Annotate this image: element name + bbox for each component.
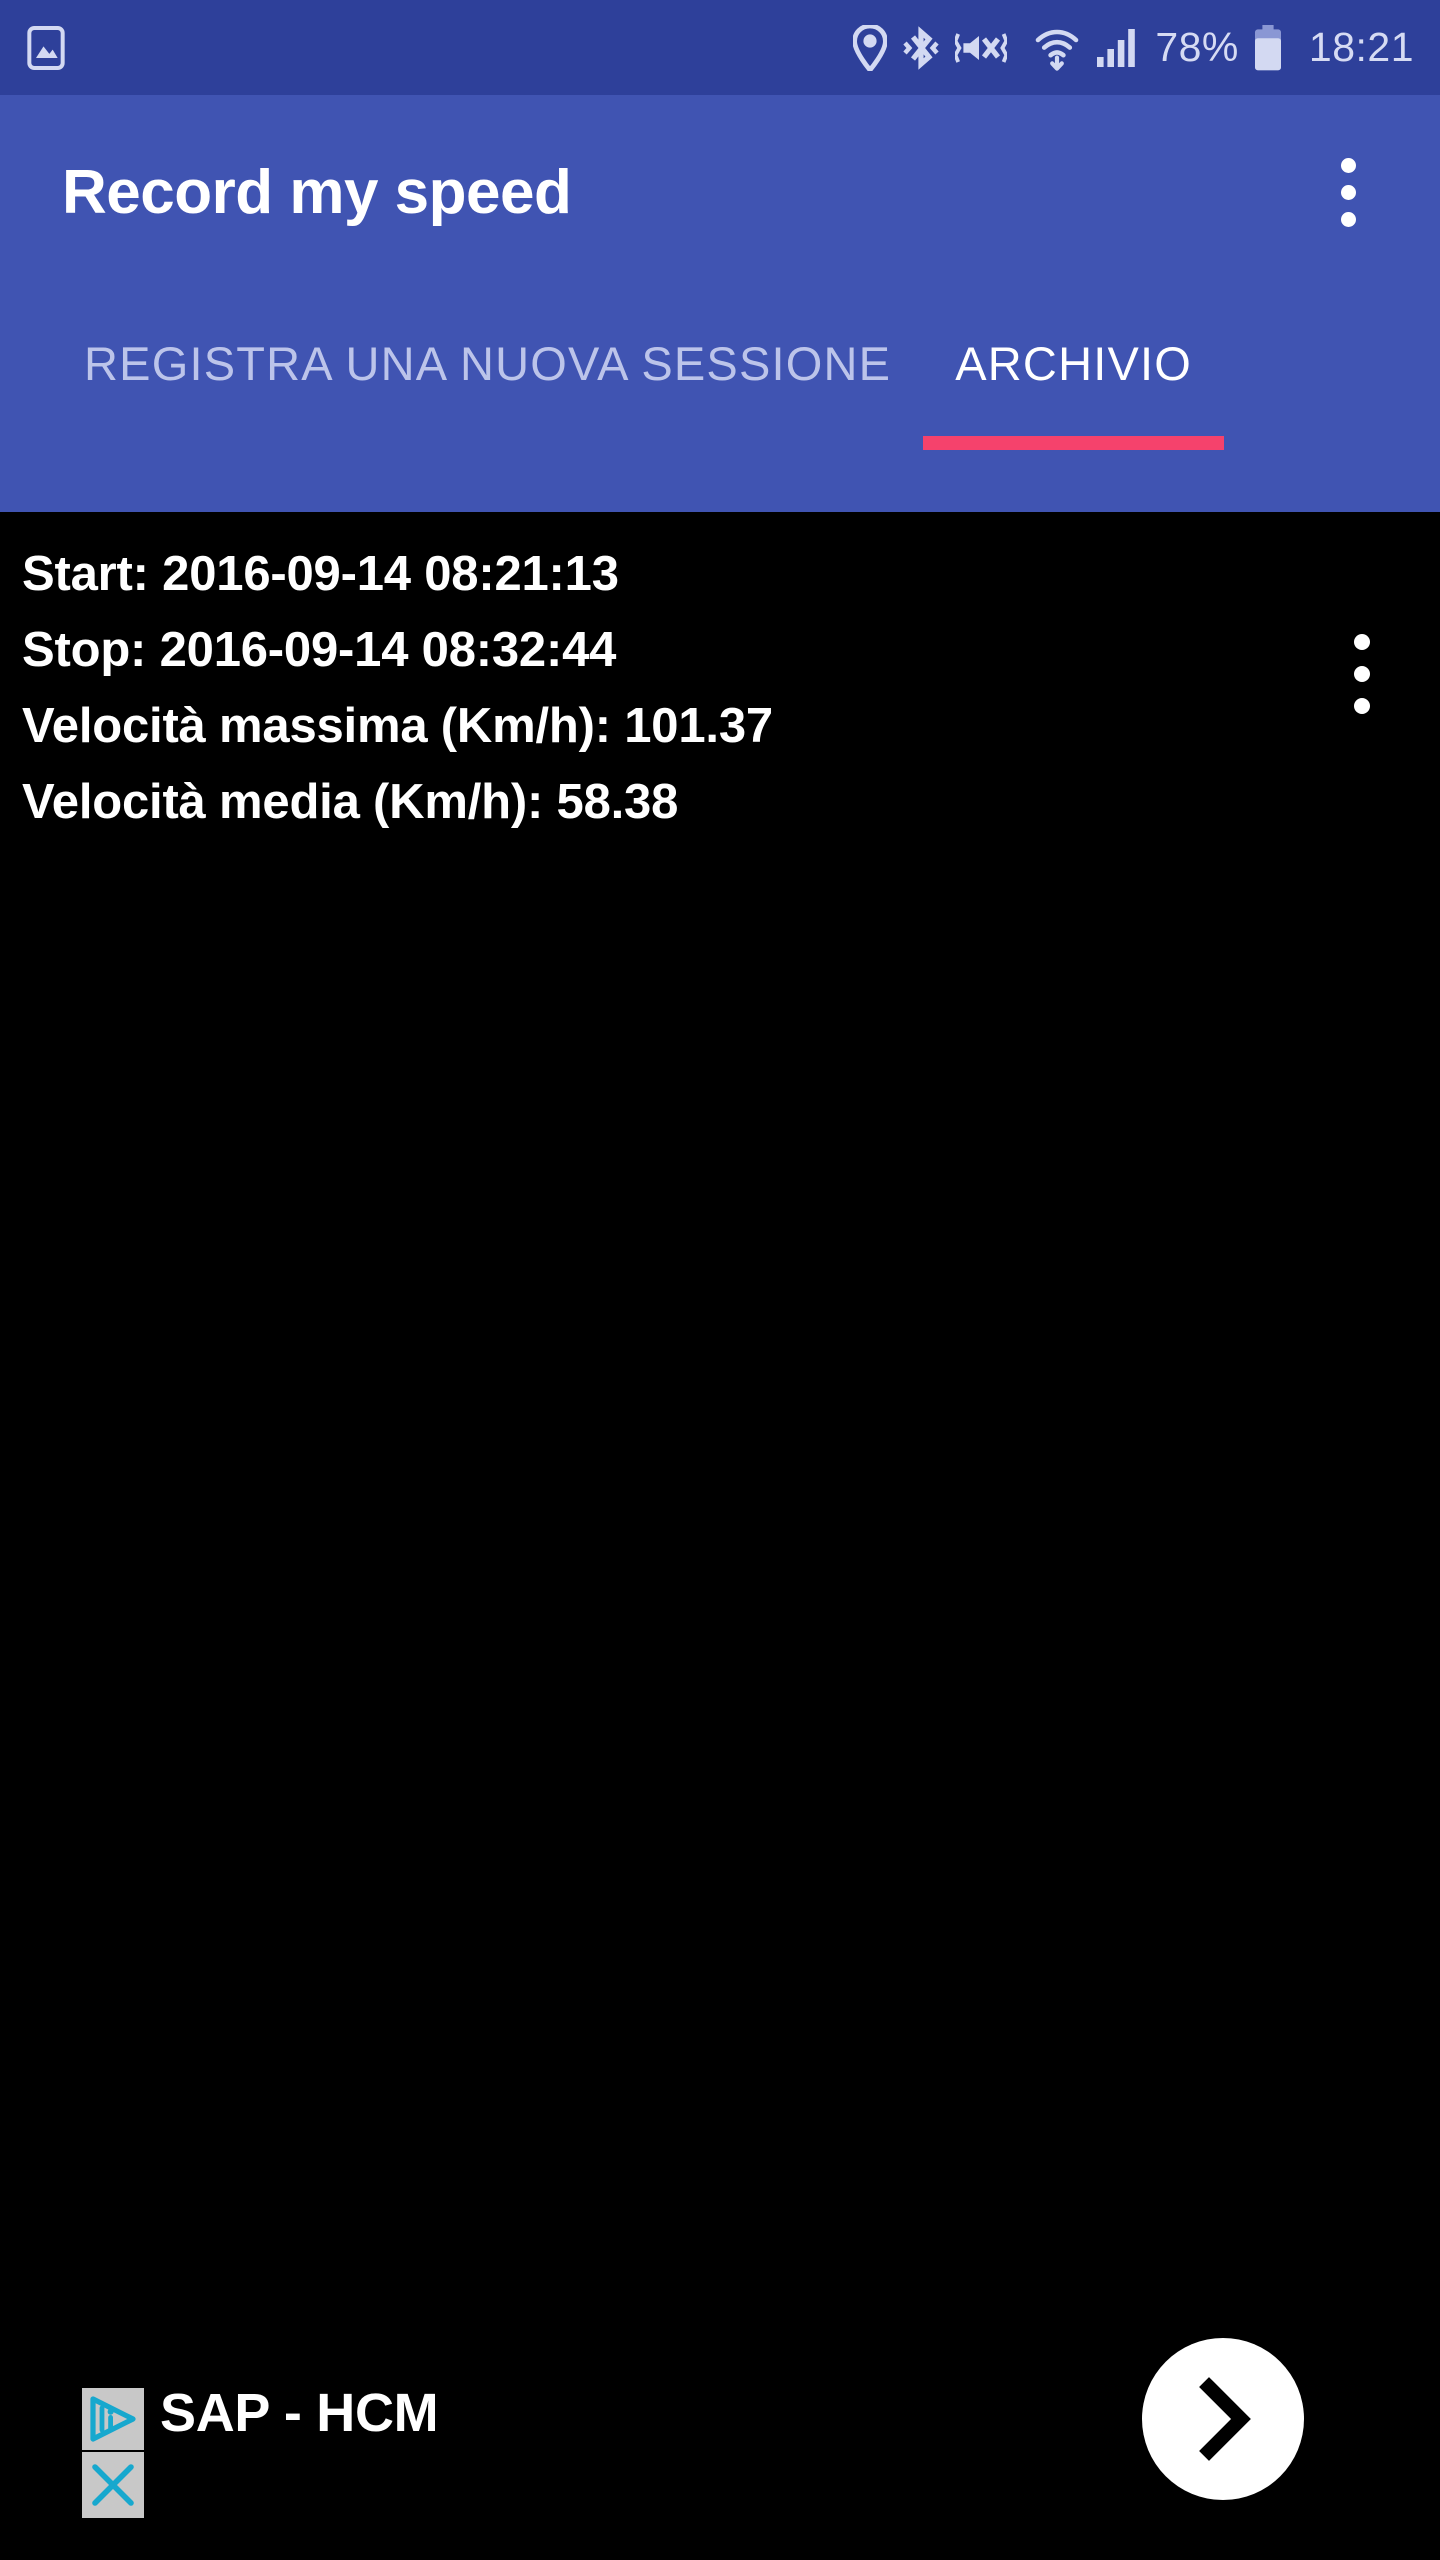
tab-archivio[interactable]: ARCHIVIO	[923, 252, 1225, 474]
cellular-signal-icon	[1095, 26, 1139, 70]
status-bar-left-icons	[26, 25, 66, 70]
overflow-dot	[1354, 634, 1370, 650]
tab-registra-nuova-sessione[interactable]: REGISTRA UNA NUOVA SESSIONE	[52, 252, 923, 474]
screenshot-image-icon	[26, 25, 66, 70]
battery-percentage: 78%	[1155, 24, 1239, 70]
archive-list: Start: 2016-09-14 08:21:13 Stop: 2016-09…	[0, 512, 1440, 2560]
mute-vibrate-icon	[955, 26, 1008, 70]
session-max-speed: Velocità massima (Km/h): 101.37	[22, 699, 773, 753]
tab-label: ARCHIVIO	[955, 336, 1193, 390]
page-title: Record my speed	[62, 158, 572, 227]
overflow-dot	[1354, 666, 1370, 682]
overflow-dot	[1354, 698, 1370, 714]
chevron-right-icon	[1199, 2377, 1251, 2461]
overflow-dot	[1340, 212, 1356, 227]
bluetooth-icon	[903, 25, 939, 71]
phone-screen: 78% 18:21 Record my speed REGISTRA UNA N…	[0, 0, 1440, 2560]
wifi-icon	[1035, 25, 1079, 71]
ad-next-button[interactable]	[1142, 2338, 1304, 2500]
tab-indicator	[923, 436, 1225, 450]
ad-title: SAP - HCM	[160, 2383, 439, 2443]
close-icon[interactable]	[82, 2452, 144, 2518]
tab-label: REGISTRA UNA NUOVA SESSIONE	[84, 336, 892, 390]
session-avg-speed: Velocità media (Km/h): 58.38	[22, 775, 679, 829]
location-pin-icon	[853, 24, 888, 71]
session-stop: Stop: 2016-09-14 08:32:44	[22, 623, 617, 677]
status-bar-clock: 18:21	[1308, 24, 1414, 70]
overflow-dot	[1340, 185, 1356, 200]
overflow-menu-icon[interactable]	[1300, 145, 1396, 241]
status-bar-right-icons: 78% 18:21	[853, 24, 1414, 71]
battery-icon	[1253, 24, 1283, 71]
ad-banner[interactable]: SAP - HCM	[0, 2338, 1440, 2560]
status-bar: 78% 18:21	[0, 0, 1440, 95]
session-details: Start: 2016-09-14 08:21:13 Stop: 2016-09…	[0, 536, 1302, 840]
session-start: Start: 2016-09-14 08:21:13	[22, 547, 619, 601]
overflow-dot	[1340, 158, 1356, 173]
adchoices-icon[interactable]	[82, 2388, 144, 2450]
tab-bar: REGISTRA UNA NUOVA SESSIONE ARCHIVIO	[0, 290, 1440, 512]
list-item-overflow-menu-icon[interactable]	[1302, 594, 1422, 754]
list-item[interactable]: Start: 2016-09-14 08:21:13 Stop: 2016-09…	[0, 512, 1440, 864]
